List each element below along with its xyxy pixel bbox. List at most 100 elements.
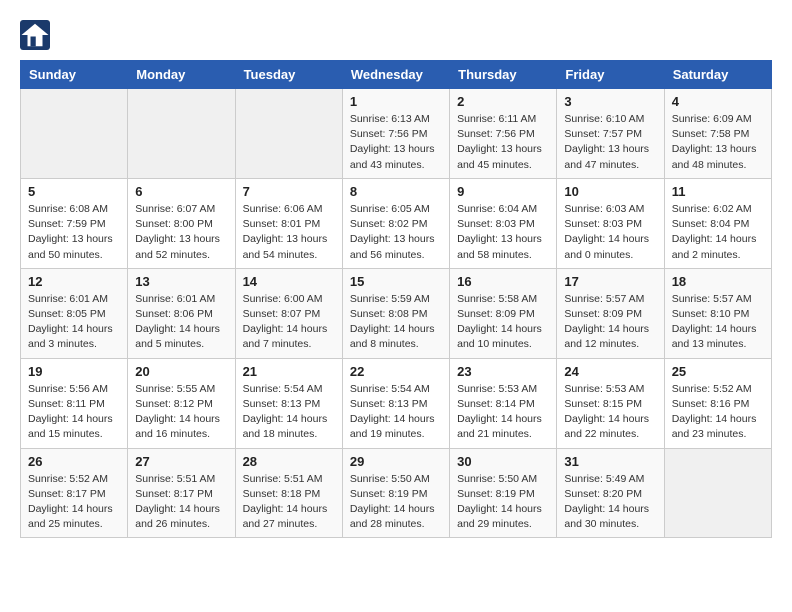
day-info: Sunrise: 5:55 AM Sunset: 8:12 PM Dayligh… <box>135 382 227 443</box>
day-cell: 26 Sunrise: 5:52 AM Sunset: 8:17 PM Dayli… <box>21 448 128 538</box>
logo <box>20 20 54 50</box>
day-info: Sunrise: 6:11 AM Sunset: 7:56 PM Dayligh… <box>457 112 549 173</box>
day-info: Sunrise: 5:53 AM Sunset: 8:15 PM Dayligh… <box>564 382 656 443</box>
day-cell <box>235 89 342 179</box>
day-number: 10 <box>564 184 656 199</box>
header-cell-friday: Friday <box>557 61 664 89</box>
day-number: 29 <box>350 454 442 469</box>
day-cell: 16 Sunrise: 5:58 AM Sunset: 8:09 PM Dayli… <box>450 268 557 358</box>
header-cell-sunday: Sunday <box>21 61 128 89</box>
day-info: Sunrise: 5:57 AM Sunset: 8:10 PM Dayligh… <box>672 292 764 353</box>
header-row: SundayMondayTuesdayWednesdayThursdayFrid… <box>21 61 772 89</box>
day-cell: 2Sunrise: 6:11 AM Sunset: 7:56 PM Daylig… <box>450 89 557 179</box>
day-number: 27 <box>135 454 227 469</box>
day-cell: 3Sunrise: 6:10 AM Sunset: 7:57 PM Daylig… <box>557 89 664 179</box>
day-cell: 24 Sunrise: 5:53 AM Sunset: 8:15 PM Dayli… <box>557 358 664 448</box>
day-number: 31 <box>564 454 656 469</box>
day-number: 16 <box>457 274 549 289</box>
week-row-1: 1 Sunrise: 6:13 AM Sunset: 7:56 PM Daylig… <box>21 89 772 179</box>
day-info: Sunrise: 6:08 AM Sunset: 7:59 PM Dayligh… <box>28 202 120 263</box>
calendar-table: SundayMondayTuesdayWednesdayThursdayFrid… <box>20 60 772 538</box>
day-cell: 13 Sunrise: 6:01 AM Sunset: 8:06 PM Dayli… <box>128 268 235 358</box>
day-info: Sunrise: 5:54 AM Sunset: 8:13 PM Dayligh… <box>350 382 442 443</box>
week-row-4: 19 Sunrise: 5:56 AM Sunset: 8:11 PM Dayli… <box>21 358 772 448</box>
day-cell: 15 Sunrise: 5:59 AM Sunset: 8:08 PM Dayli… <box>342 268 449 358</box>
day-info: Sunrise: 5:57 AM Sunset: 8:09 PM Dayligh… <box>564 292 656 353</box>
day-cell: 30Sunrise: 5:50 AM Sunset: 8:19 PM Dayli… <box>450 448 557 538</box>
day-number: 26 <box>28 454 120 469</box>
day-info: Sunrise: 5:59 AM Sunset: 8:08 PM Dayligh… <box>350 292 442 353</box>
day-info: Sunrise: 6:01 AM Sunset: 8:05 PM Dayligh… <box>28 292 120 353</box>
day-cell: 10 Sunrise: 6:03 AM Sunset: 8:03 PM Dayli… <box>557 178 664 268</box>
day-cell: 19 Sunrise: 5:56 AM Sunset: 8:11 PM Dayli… <box>21 358 128 448</box>
day-cell <box>664 448 771 538</box>
day-info: Sunrise: 5:52 AM Sunset: 8:17 PM Dayligh… <box>28 472 120 533</box>
day-info: Sunrise: 6:13 AM Sunset: 7:56 PM Dayligh… <box>350 112 442 173</box>
day-info: Sunrise: 5:54 AM Sunset: 8:13 PM Dayligh… <box>243 382 335 443</box>
day-info: Sunrise: 6:06 AM Sunset: 8:01 PM Dayligh… <box>243 202 335 263</box>
day-number: 7 <box>243 184 335 199</box>
day-cell: 28 Sunrise: 5:51 AM Sunset: 8:18 PM Dayli… <box>235 448 342 538</box>
day-cell: 12 Sunrise: 6:01 AM Sunset: 8:05 PM Dayli… <box>21 268 128 358</box>
day-number: 13 <box>135 274 227 289</box>
day-cell <box>21 89 128 179</box>
day-cell: 4 Sunrise: 6:09 AM Sunset: 7:58 PM Daylig… <box>664 89 771 179</box>
day-cell: 20 Sunrise: 5:55 AM Sunset: 8:12 PM Dayli… <box>128 358 235 448</box>
day-number: 20 <box>135 364 227 379</box>
week-row-3: 12 Sunrise: 6:01 AM Sunset: 8:05 PM Dayli… <box>21 268 772 358</box>
day-info: Sunrise: 5:53 AM Sunset: 8:14 PM Dayligh… <box>457 382 549 443</box>
day-number: 21 <box>243 364 335 379</box>
day-number: 9 <box>457 184 549 199</box>
day-cell: 17 Sunrise: 5:57 AM Sunset: 8:09 PM Dayli… <box>557 268 664 358</box>
day-number: 8 <box>350 184 442 199</box>
day-cell: 22Sunrise: 5:54 AM Sunset: 8:13 PM Dayli… <box>342 358 449 448</box>
day-info: Sunrise: 5:51 AM Sunset: 8:17 PM Dayligh… <box>135 472 227 533</box>
day-number: 30 <box>457 454 549 469</box>
day-cell: 31Sunrise: 5:49 AM Sunset: 8:20 PM Dayli… <box>557 448 664 538</box>
day-info: Sunrise: 5:51 AM Sunset: 8:18 PM Dayligh… <box>243 472 335 533</box>
day-info: Sunrise: 6:00 AM Sunset: 8:07 PM Dayligh… <box>243 292 335 353</box>
day-cell: 14 Sunrise: 6:00 AM Sunset: 8:07 PM Dayli… <box>235 268 342 358</box>
day-cell: 18 Sunrise: 5:57 AM Sunset: 8:10 PM Dayli… <box>664 268 771 358</box>
header-cell-monday: Monday <box>128 61 235 89</box>
day-number: 14 <box>243 274 335 289</box>
day-number: 15 <box>350 274 442 289</box>
header-cell-saturday: Saturday <box>664 61 771 89</box>
day-cell: 7 Sunrise: 6:06 AM Sunset: 8:01 PM Daylig… <box>235 178 342 268</box>
day-info: Sunrise: 5:50 AM Sunset: 8:19 PM Dayligh… <box>350 472 442 533</box>
day-info: Sunrise: 6:03 AM Sunset: 8:03 PM Dayligh… <box>564 202 656 263</box>
day-info: Sunrise: 6:09 AM Sunset: 7:58 PM Dayligh… <box>672 112 764 173</box>
day-number: 19 <box>28 364 120 379</box>
day-info: Sunrise: 6:05 AM Sunset: 8:02 PM Dayligh… <box>350 202 442 263</box>
logo-icon <box>20 20 50 50</box>
day-info: Sunrise: 5:58 AM Sunset: 8:09 PM Dayligh… <box>457 292 549 353</box>
day-cell: 25Sunrise: 5:52 AM Sunset: 8:16 PM Dayli… <box>664 358 771 448</box>
day-info: Sunrise: 6:10 AM Sunset: 7:57 PM Dayligh… <box>564 112 656 173</box>
day-cell: 5 Sunrise: 6:08 AM Sunset: 7:59 PM Daylig… <box>21 178 128 268</box>
day-number: 11 <box>672 184 764 199</box>
day-info: Sunrise: 5:56 AM Sunset: 8:11 PM Dayligh… <box>28 382 120 443</box>
day-info: Sunrise: 6:02 AM Sunset: 8:04 PM Dayligh… <box>672 202 764 263</box>
week-row-2: 5 Sunrise: 6:08 AM Sunset: 7:59 PM Daylig… <box>21 178 772 268</box>
header-cell-tuesday: Tuesday <box>235 61 342 89</box>
day-cell: 6Sunrise: 6:07 AM Sunset: 8:00 PM Daylig… <box>128 178 235 268</box>
header-cell-thursday: Thursday <box>450 61 557 89</box>
day-cell <box>128 89 235 179</box>
day-number: 25 <box>672 364 764 379</box>
day-info: Sunrise: 6:01 AM Sunset: 8:06 PM Dayligh… <box>135 292 227 353</box>
day-number: 12 <box>28 274 120 289</box>
day-number: 4 <box>672 94 764 109</box>
day-number: 1 <box>350 94 442 109</box>
day-number: 6 <box>135 184 227 199</box>
day-cell: 23Sunrise: 5:53 AM Sunset: 8:14 PM Dayli… <box>450 358 557 448</box>
day-cell: 11 Sunrise: 6:02 AM Sunset: 8:04 PM Dayli… <box>664 178 771 268</box>
day-number: 5 <box>28 184 120 199</box>
day-cell: 8 Sunrise: 6:05 AM Sunset: 8:02 PM Daylig… <box>342 178 449 268</box>
day-number: 24 <box>564 364 656 379</box>
day-number: 17 <box>564 274 656 289</box>
day-number: 18 <box>672 274 764 289</box>
day-info: Sunrise: 6:04 AM Sunset: 8:03 PM Dayligh… <box>457 202 549 263</box>
day-number: 28 <box>243 454 335 469</box>
day-cell: 1 Sunrise: 6:13 AM Sunset: 7:56 PM Daylig… <box>342 89 449 179</box>
header-cell-wednesday: Wednesday <box>342 61 449 89</box>
